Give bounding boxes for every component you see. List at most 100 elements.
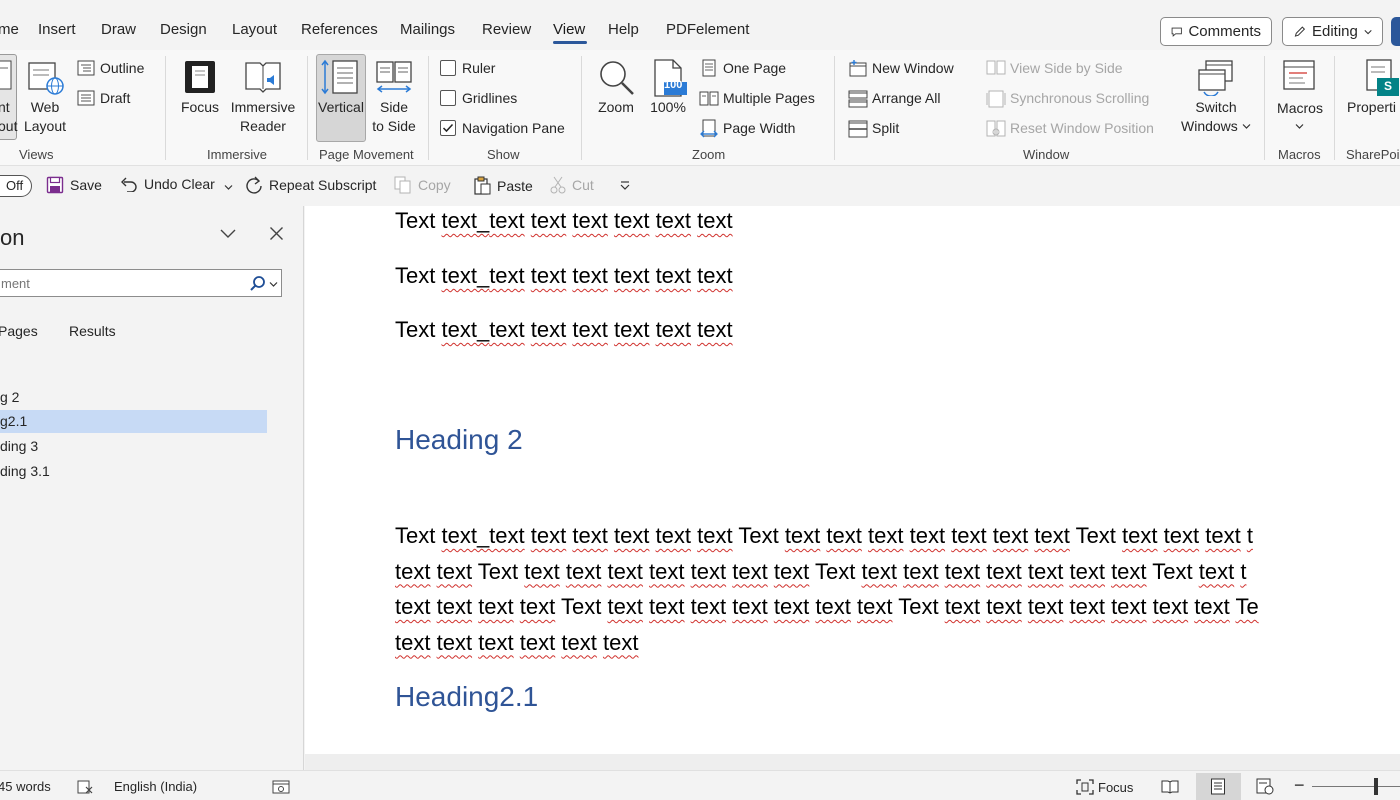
document-word: text — [1198, 558, 1235, 584]
page-width-icon — [700, 119, 718, 138]
nav-heading-item[interactable]: ding 3 — [0, 435, 267, 458]
ribbon-tabs: me Insert Draw Design Layout References … — [0, 0, 1400, 50]
focus-mode-button[interactable]: Focus — [1076, 779, 1133, 795]
undo-label: Undo Clear — [144, 176, 215, 192]
ruler-checkbox[interactable] — [440, 60, 456, 76]
document-word: text — [868, 523, 904, 548]
tab-pdfelement[interactable]: PDFelement — [666, 21, 749, 38]
web-layout-view-icon[interactable] — [1256, 778, 1274, 795]
document-word: Te — [1235, 594, 1259, 619]
nav-tab-results[interactable]: Results — [69, 323, 116, 339]
tab-layout[interactable]: Layout — [232, 21, 277, 38]
document-word: text — [909, 523, 946, 548]
document-heading: Heading 2 — [395, 424, 523, 455]
repeat-icon — [246, 176, 262, 194]
chevron-down-icon[interactable] — [219, 228, 237, 240]
close-icon[interactable] — [269, 226, 284, 241]
immersive-reader-label-2: Reader — [240, 118, 286, 134]
tab-review[interactable]: Review — [482, 21, 531, 38]
repeat-button[interactable]: Repeat Subscript — [245, 176, 376, 194]
nav-heading-item[interactable]: ding 3.1 — [0, 460, 267, 483]
nav-tab-pages[interactable]: Pages — [0, 323, 38, 339]
zoom-slider-track[interactable] — [1312, 786, 1400, 787]
zoom-100-badge: 100 — [664, 79, 683, 91]
zoom-group-label: Zoom — [692, 147, 726, 162]
zoom-100-label: 100% — [650, 99, 686, 115]
switch-windows-label-2: Windows — [1181, 118, 1238, 134]
document-word: text — [1194, 594, 1230, 619]
focus-icon — [185, 61, 215, 93]
paste-button[interactable]: Paste — [473, 176, 533, 195]
navigation-pane-checkbox[interactable] — [440, 120, 456, 136]
zoom-out-button[interactable]: − — [1294, 775, 1305, 796]
copy-button[interactable]: Copy — [394, 176, 451, 194]
editing-mode-button[interactable]: Editing — [1282, 17, 1383, 46]
document-word: text — [607, 558, 643, 584]
macros-label: Macros — [1277, 100, 1323, 116]
split-label: Split — [872, 120, 900, 136]
document-word: text — [561, 629, 597, 655]
navigation-pane-title: on — [0, 225, 25, 250]
document-word: text_text — [441, 523, 525, 548]
zoom-label: Zoom — [598, 99, 634, 115]
proofing-icon[interactable] — [77, 780, 93, 794]
tab-home[interactable]: me — [0, 21, 19, 38]
page-movement-group-label: Page Movement — [319, 147, 414, 162]
document-word: text — [784, 523, 821, 548]
nav-heading-label: g2.1 — [0, 413, 28, 429]
share-button[interactable] — [1391, 17, 1400, 46]
tab-insert[interactable]: Insert — [38, 21, 76, 38]
document-word: text — [436, 558, 473, 584]
customize-toolbar-icon[interactable] — [619, 181, 631, 191]
document-canvas[interactable]: Text text_text text text text text text … — [305, 206, 1400, 754]
comments-button[interactable]: Comments — [1160, 17, 1272, 46]
synchronous-scrolling-label: Synchronous Scrolling — [1010, 90, 1150, 106]
document-word: text — [519, 629, 556, 655]
document-word: text — [1027, 594, 1064, 619]
document-word: text — [1034, 523, 1070, 548]
split-icon — [848, 120, 868, 138]
search-icon[interactable] — [249, 275, 267, 293]
undo-button[interactable]: Undo Clear — [120, 176, 215, 192]
zoom-slider-thumb[interactable] — [1374, 778, 1378, 795]
document-word: text — [986, 558, 1022, 584]
tab-mailings[interactable]: Mailings — [400, 21, 455, 38]
chevron-down-icon — [1242, 124, 1251, 129]
word-count[interactable]: 45 words — [0, 779, 51, 794]
document-word: text — [572, 523, 608, 548]
paragraph-line: Text text_text text text text text text … — [395, 518, 1259, 554]
document-word: text — [489, 317, 525, 342]
tab-help[interactable]: Help — [608, 21, 639, 38]
navigation-search-box[interactable] — [0, 269, 282, 297]
document-word: text — [1069, 558, 1105, 584]
document-heading: Heading2.1 — [395, 681, 539, 712]
cut-button[interactable]: Cut — [550, 176, 594, 194]
tab-view[interactable]: View — [553, 21, 585, 38]
tab-draw[interactable]: Draw — [101, 21, 136, 38]
tab-references[interactable]: References — [301, 21, 378, 38]
document-word: text — [697, 263, 733, 288]
tab-design[interactable]: Design — [160, 21, 207, 38]
save-button[interactable]: Save — [46, 176, 102, 194]
gridlines-checkbox[interactable] — [440, 90, 456, 106]
navigation-search-input[interactable] — [0, 270, 239, 296]
chevron-down-icon[interactable] — [269, 281, 278, 288]
language-indicator[interactable]: English (India) — [114, 779, 197, 794]
ribbon-separator — [834, 56, 835, 160]
accessibility-icon[interactable] — [272, 780, 290, 794]
document-word: text — [478, 594, 514, 619]
ribbon: nt out Web Layout Outline Draft Views Fo… — [0, 50, 1400, 166]
document-word: text — [530, 523, 567, 548]
paragraph-line: text text text text text text — [395, 625, 1259, 661]
read-mode-icon[interactable] — [1161, 779, 1179, 794]
nav-heading-item[interactable]: g 2 — [0, 386, 267, 409]
nav-heading-item-selected[interactable]: g2.1 — [0, 410, 267, 433]
document-word: Text — [815, 558, 856, 584]
switch-windows-label-1: Switch — [1195, 99, 1237, 115]
navigation-pane: on Pages Results g 2 g2.1 ding 3 ding 3.… — [0, 206, 304, 770]
undo-dropdown-chevron-icon[interactable] — [224, 184, 233, 191]
vertical-scroll-icon — [321, 59, 358, 95]
document-word: text — [649, 558, 685, 584]
immersive-reader-label-1: Immersive — [230, 99, 296, 115]
document-word: text — [530, 263, 567, 288]
